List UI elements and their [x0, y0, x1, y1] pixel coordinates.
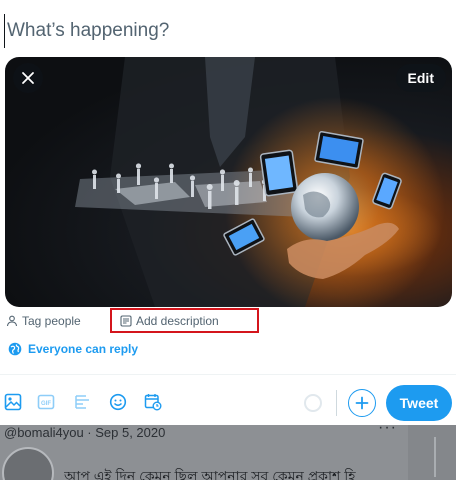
emoji-icon — [109, 393, 127, 411]
media-photo — [75, 57, 445, 307]
tag-people-label: Tag people — [22, 314, 81, 328]
media-actions: Tag people Add description — [0, 308, 456, 336]
composer-divider — [0, 374, 456, 375]
media-icon — [4, 393, 22, 411]
edit-media-label: Edit — [407, 70, 434, 86]
poll-icon — [75, 395, 89, 409]
character-count-ring — [304, 394, 322, 412]
emoji-button[interactable] — [107, 391, 129, 413]
toolbar-separator — [336, 390, 337, 416]
person-icon — [6, 315, 18, 327]
remove-media-button[interactable] — [13, 63, 43, 93]
composer-toolbar: GIF Tweet — [0, 385, 456, 421]
plus-icon — [355, 396, 369, 410]
media-button[interactable] — [2, 391, 24, 413]
attached-media: Edit — [5, 57, 452, 307]
add-description-button[interactable]: Add description — [110, 308, 259, 333]
background-tweet-meta: @bomali4you · Sep 5, 2020 — [4, 425, 166, 440]
svg-text:GIF: GIF — [41, 401, 51, 407]
background-more-icon: ··· — [378, 425, 397, 436]
tweet-text-input[interactable] — [4, 14, 444, 48]
tag-people-button[interactable]: Tag people — [6, 314, 81, 328]
schedule-button[interactable] — [142, 391, 164, 413]
schedule-icon — [144, 394, 162, 411]
background-tweet-text: আপ এই দিন কেমন ছিল আপনার সব কেমন প্রকাশ … — [64, 468, 356, 480]
gif-icon: GIF — [37, 394, 55, 410]
edit-media-button[interactable]: Edit — [395, 64, 446, 92]
poll-button[interactable] — [72, 391, 94, 413]
background-timeline: @bomali4you · Sep 5, 2020 ··· আপ এই দিন … — [0, 425, 456, 480]
add-tweet-button[interactable] — [348, 389, 376, 417]
reply-setting-button[interactable]: Everyone can reply — [8, 342, 138, 356]
avatar — [2, 447, 54, 480]
description-icon — [120, 314, 132, 327]
gif-button[interactable]: GIF — [35, 391, 57, 413]
tweet-composer: Edit Tag people Add description Everyone… — [0, 0, 456, 425]
tweet-button[interactable]: Tweet — [386, 385, 452, 421]
scrollbar — [434, 437, 436, 477]
add-description-label: Add description — [136, 313, 219, 328]
reply-setting-label: Everyone can reply — [28, 342, 139, 356]
close-icon — [22, 72, 34, 84]
background-side-panel — [408, 425, 456, 480]
globe-icon — [8, 342, 22, 356]
